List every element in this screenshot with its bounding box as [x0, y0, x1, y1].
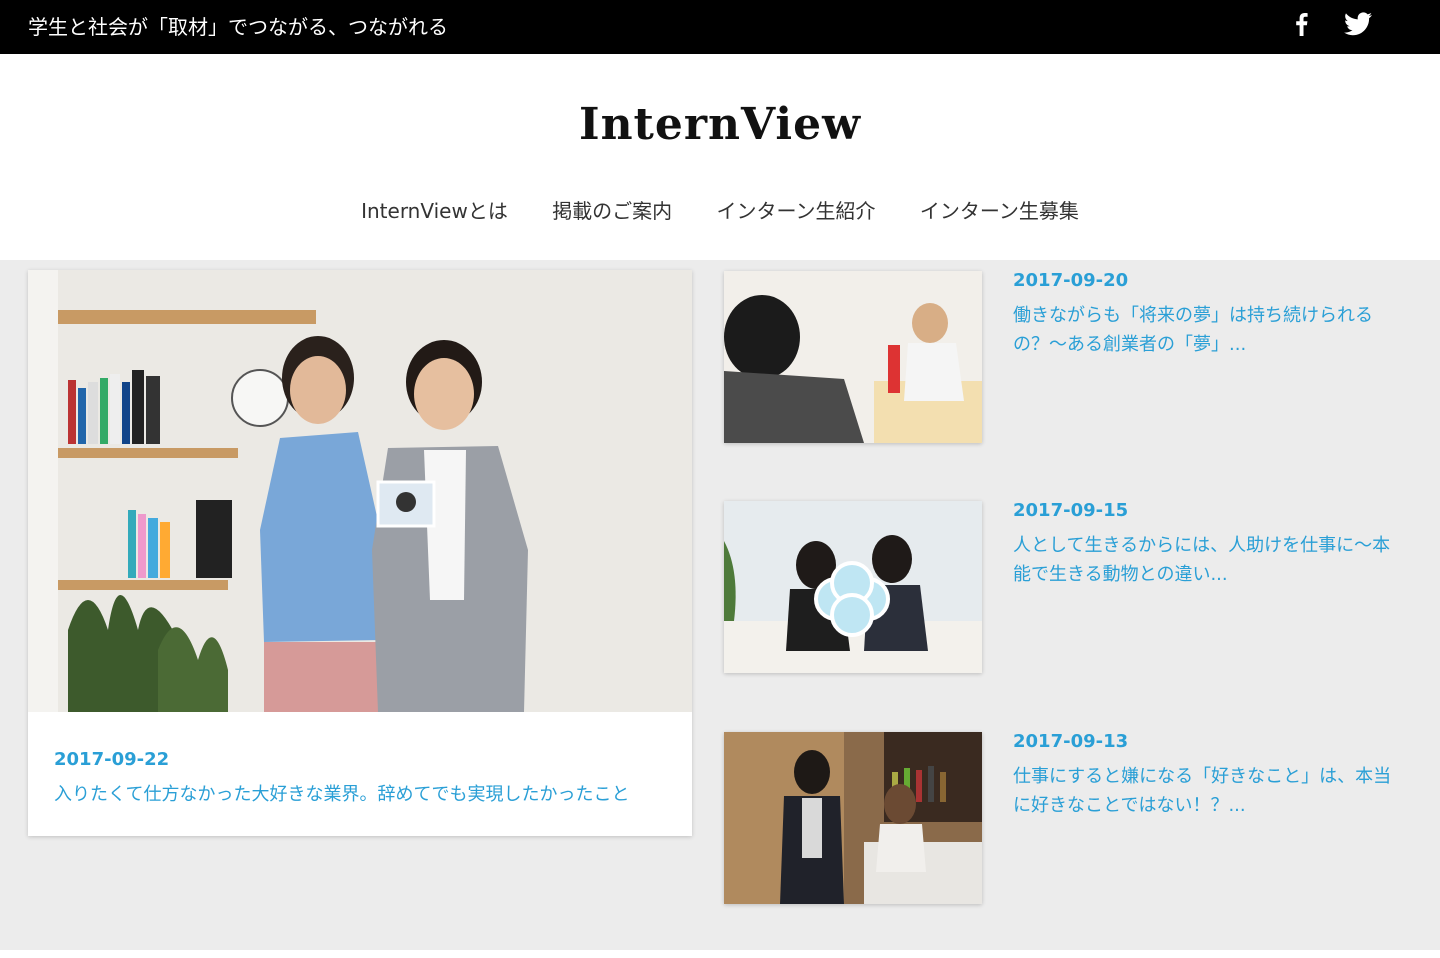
twitter-icon[interactable] — [1344, 12, 1372, 36]
nav-item-about[interactable]: InternViewとは — [361, 196, 508, 226]
facebook-icon[interactable] — [1292, 12, 1310, 36]
article-list-item[interactable]: 2017-09-13 仕事にすると嫌になる「好きなこと」は、本当に好きなことでは… — [724, 731, 1404, 906]
article-title[interactable]: 仕事にすると嫌になる「好きなこと」は、本当に好きなことではない！？... — [1013, 762, 1393, 820]
site-logo[interactable]: InternView — [0, 100, 1440, 150]
article-thumbnail[interactable] — [724, 271, 982, 443]
top-bar: 学生と社会が「取材」でつながる、つながれる — [0, 0, 1440, 54]
article-date: 2017-09-13 — [1013, 731, 1129, 752]
page-bottom-edge — [0, 950, 1440, 958]
featured-article-date: 2017-09-22 — [54, 749, 170, 770]
article-date: 2017-09-20 — [1013, 270, 1129, 291]
article-title[interactable]: 働きながらも「将来の夢」は持ち続けられるの？～ある創業者の「夢」... — [1013, 301, 1393, 359]
article-list-item[interactable]: 2017-09-15 人として生きるからには、人助けを仕事に～本能で生きる動物と… — [724, 500, 1404, 675]
site-header: InternView InternViewとは 掲載のご案内 インターン生紹介 … — [0, 54, 1440, 260]
nav-item-recruit[interactable]: インターン生募集 — [920, 196, 1079, 226]
nav-item-advertising[interactable]: 掲載のご案内 — [552, 196, 672, 226]
article-thumbnail[interactable] — [724, 501, 982, 673]
nav-item-interns[interactable]: インターン生紹介 — [717, 196, 876, 226]
article-thumbnail[interactable] — [724, 732, 982, 904]
featured-article-card[interactable]: 2017-09-22 入りたくて仕方なかった大好きな業界。辞めてでも実現したかっ… — [28, 270, 692, 836]
main-nav: InternViewとは 掲載のご案内 インターン生紹介 インターン生募集 — [0, 196, 1440, 226]
article-list-item[interactable]: 2017-09-20 働きながらも「将来の夢」は持ち続けられるの？～ある創業者の… — [724, 270, 1404, 445]
site-tagline: 学生と社会が「取材」でつながる、つながれる — [28, 15, 448, 39]
article-title[interactable]: 人として生きるからには、人助けを仕事に～本能で生きる動物との違い... — [1013, 531, 1393, 589]
featured-article-image[interactable] — [28, 270, 692, 712]
featured-article-title[interactable]: 入りたくて仕方なかった大好きな業界。辞めてでも実現したかったこと — [54, 782, 674, 808]
article-date: 2017-09-15 — [1013, 500, 1129, 521]
